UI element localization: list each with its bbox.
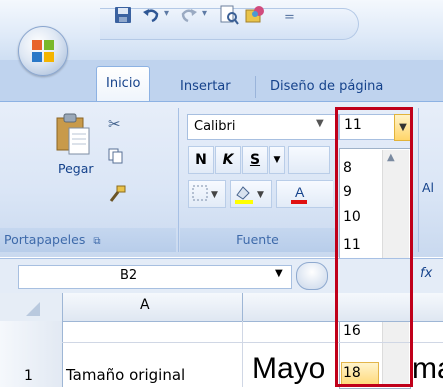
tab-insertar[interactable]: Insertar bbox=[172, 72, 239, 102]
svg-text:▼: ▼ bbox=[211, 190, 218, 200]
fill-color-button[interactable]: ▼ bbox=[230, 180, 272, 208]
select-all-icon bbox=[26, 302, 40, 316]
format-painter-icon[interactable] bbox=[108, 185, 126, 207]
tab-inicio[interactable]: Inicio bbox=[96, 66, 151, 103]
paste-icon[interactable] bbox=[55, 112, 91, 156]
clipboard-group-title: Portapapeles bbox=[4, 232, 86, 247]
annotation-highlight-box bbox=[335, 107, 413, 387]
fx-icon[interactable]: fx bbox=[420, 266, 432, 281]
cell-b1[interactable]: Mayo bbox=[252, 352, 325, 386]
bold-button[interactable]: N bbox=[188, 146, 214, 174]
svg-text:▼: ▼ bbox=[257, 190, 264, 200]
customize-qat-icon[interactable]: = bbox=[284, 10, 295, 25]
office-button[interactable] bbox=[18, 26, 68, 76]
clipboard-launcher-icon[interactable]: ⧉ bbox=[93, 236, 100, 247]
italic-button[interactable]: K bbox=[215, 146, 241, 174]
insert-function-button[interactable] bbox=[296, 262, 328, 290]
borders-button[interactable]: ▼ bbox=[188, 180, 226, 208]
redo-icon[interactable] bbox=[178, 4, 200, 26]
column-header-a[interactable]: A bbox=[140, 297, 150, 313]
fill-color-icon: ▼ bbox=[235, 186, 264, 204]
group-separator bbox=[178, 108, 179, 252]
undo-dropdown-icon[interactable]: ▾ bbox=[164, 8, 169, 19]
font-grow-button[interactable] bbox=[288, 146, 330, 174]
alignment-partial-label: Al bbox=[422, 180, 435, 195]
group-separator bbox=[418, 108, 419, 252]
save-icon[interactable] bbox=[112, 4, 134, 26]
office-logo-icon bbox=[32, 40, 54, 62]
redo-dropdown-icon[interactable]: ▾ bbox=[202, 8, 207, 19]
cell-b1-tail[interactable]: ma bbox=[412, 352, 443, 386]
name-box[interactable] bbox=[18, 265, 292, 289]
name-box-value[interactable]: B2 bbox=[120, 268, 137, 283]
paste-button-label[interactable]: Pegar bbox=[58, 161, 94, 176]
clipboard-group-label: Portapapeles ⧉ bbox=[0, 228, 176, 252]
font-color-button[interactable]: A bbox=[276, 180, 333, 208]
font-name-dropdown-icon[interactable]: ▼ bbox=[316, 118, 324, 129]
print-preview-icon[interactable] bbox=[218, 4, 240, 26]
macro-icon[interactable] bbox=[244, 4, 266, 26]
underline-dropdown-icon[interactable]: ▼ bbox=[269, 146, 285, 174]
svg-text:A: A bbox=[295, 184, 305, 200]
font-color-icon: A bbox=[291, 184, 307, 204]
underline-button[interactable]: S bbox=[242, 146, 268, 174]
name-box-dropdown-icon[interactable]: ▼ bbox=[275, 268, 283, 279]
tab-separator bbox=[255, 76, 256, 98]
grid-line bbox=[242, 321, 243, 387]
column-separator[interactable] bbox=[242, 293, 243, 321]
row-header-1[interactable]: 1 bbox=[24, 368, 33, 384]
borders-icon: ▼ bbox=[192, 185, 218, 201]
copy-icon[interactable] bbox=[108, 148, 124, 168]
undo-icon[interactable] bbox=[140, 4, 162, 26]
font-group-label: Fuente bbox=[180, 228, 335, 252]
tab-diseno-de-pagina[interactable]: Diseño de página bbox=[262, 72, 391, 102]
cell-a1[interactable]: Tamaño original bbox=[66, 366, 185, 384]
cut-icon[interactable]: ✂ bbox=[108, 115, 121, 133]
